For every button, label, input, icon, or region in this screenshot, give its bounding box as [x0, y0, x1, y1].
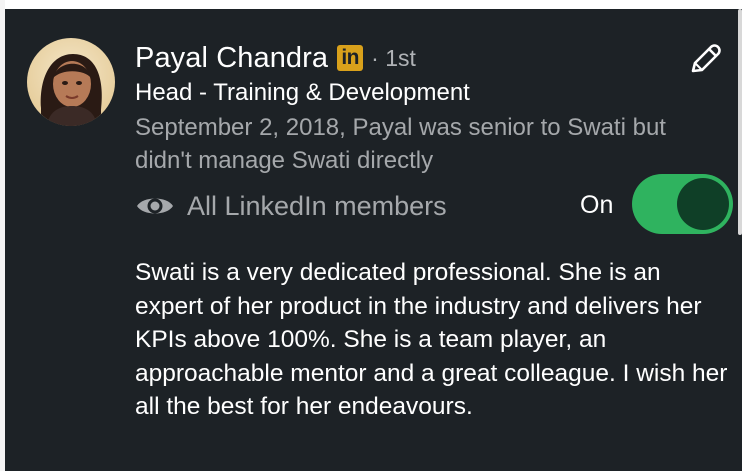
visibility-setting[interactable]: All LinkedIn members — [135, 184, 447, 228]
member-headline: Head - Training & Development — [135, 79, 470, 106]
recommendation-card: Payal Chandra in · 1st Head - Training &… — [0, 0, 742, 471]
visibility-label: All LinkedIn members — [187, 190, 447, 221]
relationship-description: September 2, 2018, Payal was senior to S… — [135, 114, 666, 174]
toggle-state-label: On — [580, 191, 614, 219]
pencil-icon[interactable] — [684, 40, 724, 80]
avatar[interactable] — [27, 38, 115, 126]
eye-icon — [135, 192, 175, 220]
toggle-knob — [677, 178, 729, 230]
connection-degree: · 1st — [371, 44, 416, 71]
left-edge-divider — [0, 0, 5, 471]
visibility-toggle[interactable] — [632, 174, 733, 234]
linkedin-premium-badge-icon: in — [337, 45, 364, 71]
scrollbar-thumb[interactable] — [738, 9, 742, 235]
name-row: Payal Chandra in · 1st — [135, 38, 416, 78]
recommendation-text: Swati is a very dedicated professional. … — [135, 259, 728, 420]
profile-photo-icon — [27, 38, 115, 126]
top-edge-divider — [0, 0, 742, 9]
member-name[interactable]: Payal Chandra — [135, 42, 328, 75]
